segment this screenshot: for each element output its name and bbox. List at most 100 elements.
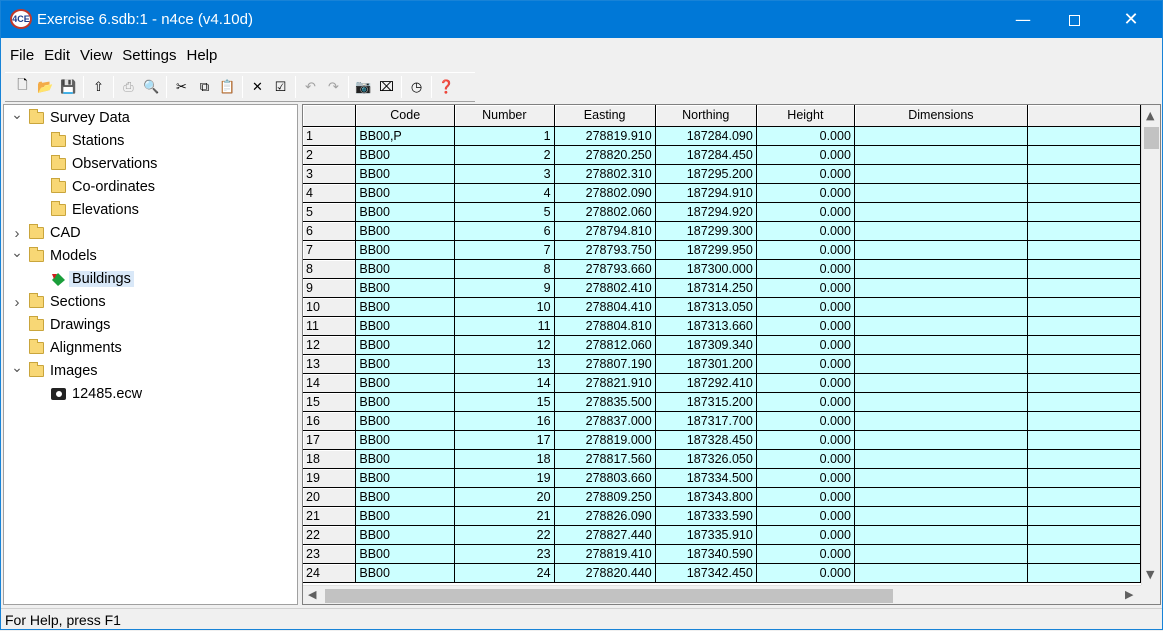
tree-item-elevations[interactable]: Elevations (51, 200, 139, 220)
number-cell[interactable]: 1 (454, 126, 555, 146)
scroll-up-icon[interactable]: ▲ (1146, 109, 1154, 122)
dimensions-cell[interactable] (854, 259, 1028, 279)
height-cell[interactable]: 0.000 (756, 126, 855, 146)
camera-button[interactable]: 📷 (352, 76, 375, 98)
table-row[interactable]: 6 BB00 6 278794.810 187299.300 0.000 (303, 221, 1141, 241)
number-cell[interactable]: 19 (454, 468, 555, 488)
easting-cell[interactable]: 278793.660 (554, 259, 656, 279)
column-header-number[interactable]: Number (454, 105, 555, 127)
easting-cell[interactable]: 278802.310 (554, 164, 656, 184)
number-cell[interactable]: 16 (454, 411, 555, 431)
northing-cell[interactable]: 187334.500 (655, 468, 757, 488)
dimensions-cell[interactable] (854, 449, 1028, 469)
menu-help[interactable]: Help (181, 47, 222, 64)
code-cell[interactable]: BB00 (355, 297, 456, 317)
northing-cell[interactable]: 187299.950 (655, 240, 757, 260)
easting-cell[interactable]: 278793.750 (554, 240, 656, 260)
print-preview-button[interactable]: 🔍 (140, 76, 163, 98)
menu-edit[interactable]: Edit (39, 47, 75, 64)
vertical-scrollbar[interactable]: ▲ ▼ (1141, 105, 1160, 585)
row-number[interactable]: 11 (303, 316, 357, 336)
row-number[interactable]: 13 (303, 354, 357, 374)
code-cell[interactable]: BB00 (355, 221, 456, 241)
northing-cell[interactable]: 187294.910 (655, 183, 757, 203)
tree-item-alignments[interactable]: Alignments (29, 338, 122, 358)
northing-cell[interactable]: 187343.800 (655, 487, 757, 507)
northing-cell[interactable]: 187284.450 (655, 145, 757, 165)
row-number[interactable]: 9 (303, 278, 357, 298)
delete-button[interactable]: ✕ (246, 76, 269, 98)
northing-cell[interactable]: 187300.000 (655, 259, 757, 279)
row-number[interactable]: 8 (303, 259, 357, 279)
easting-cell[interactable]: 278802.410 (554, 278, 656, 298)
northing-cell[interactable]: 187301.200 (655, 354, 757, 374)
easting-cell[interactable]: 278819.910 (554, 126, 656, 146)
number-cell[interactable]: 24 (454, 563, 555, 583)
height-cell[interactable]: 0.000 (756, 563, 855, 583)
dimensions-cell[interactable] (854, 126, 1028, 146)
number-cell[interactable]: 14 (454, 373, 555, 393)
number-cell[interactable]: 10 (454, 297, 555, 317)
code-cell[interactable]: BB00,P (355, 126, 456, 146)
column-header-northing[interactable]: Northing (655, 105, 757, 127)
maximize-button[interactable] (1051, 1, 1097, 38)
easting-cell[interactable]: 278802.090 (554, 183, 656, 203)
table-row[interactable]: 21 BB00 21 278826.090 187333.590 0.000 (303, 506, 1141, 526)
height-cell[interactable]: 0.000 (756, 183, 855, 203)
code-cell[interactable]: BB00 (355, 544, 456, 564)
chevron-down-icon[interactable]: ⌄ (11, 106, 23, 123)
dimensions-cell[interactable] (854, 392, 1028, 412)
column-header-easting[interactable]: Easting (554, 105, 656, 127)
number-cell[interactable]: 6 (454, 221, 555, 241)
dimensions-cell[interactable] (854, 183, 1028, 203)
dimensions-cell[interactable] (854, 506, 1028, 526)
dimensions-cell[interactable] (854, 221, 1028, 241)
height-cell[interactable]: 0.000 (756, 411, 855, 431)
row-number[interactable]: 21 (303, 506, 357, 526)
capture-button[interactable]: ⌧ (375, 76, 398, 98)
number-cell[interactable]: 23 (454, 544, 555, 564)
height-cell[interactable]: 0.000 (756, 392, 855, 412)
column-header-height[interactable]: Height (756, 105, 855, 127)
column-header-code[interactable]: Code (355, 105, 456, 127)
number-cell[interactable]: 13 (454, 354, 555, 374)
height-cell[interactable]: 0.000 (756, 164, 855, 184)
number-cell[interactable]: 15 (454, 392, 555, 412)
height-cell[interactable]: 0.000 (756, 468, 855, 488)
table-row[interactable]: 11 BB00 11 278804.810 187313.660 0.000 (303, 316, 1141, 336)
code-cell[interactable]: BB00 (355, 202, 456, 222)
table-row[interactable]: 1 BB00,P 1 278819.910 187284.090 0.000 (303, 126, 1141, 146)
dimensions-cell[interactable] (854, 297, 1028, 317)
tree-item-sections[interactable]: › Sections (15, 292, 106, 312)
tree-item-buildings[interactable]: Buildings (51, 269, 134, 289)
tree-item-12485-ecw[interactable]: 12485.ecw (51, 384, 142, 404)
tree-item-stations[interactable]: Stations (51, 131, 124, 151)
northing-cell[interactable]: 187335.910 (655, 525, 757, 545)
northing-cell[interactable]: 187342.450 (655, 563, 757, 583)
height-cell[interactable]: 0.000 (756, 297, 855, 317)
height-cell[interactable]: 0.000 (756, 240, 855, 260)
table-row[interactable]: 2 BB00 2 278820.250 187284.450 0.000 (303, 145, 1141, 165)
code-cell[interactable]: BB00 (355, 449, 456, 469)
dimensions-cell[interactable] (854, 487, 1028, 507)
table-row[interactable]: 24 BB00 24 278820.440 187342.450 0.000 (303, 563, 1141, 583)
code-cell[interactable]: BB00 (355, 468, 456, 488)
up-folder-button[interactable]: ⇧ (87, 76, 110, 98)
number-cell[interactable]: 5 (454, 202, 555, 222)
clock-button[interactable]: ◷ (405, 76, 428, 98)
northing-cell[interactable]: 187309.340 (655, 335, 757, 355)
easting-cell[interactable]: 278837.000 (554, 411, 656, 431)
horizontal-scrollbar[interactable]: ◀ ▶ (303, 585, 1141, 604)
easting-cell[interactable]: 278820.250 (554, 145, 656, 165)
easting-cell[interactable]: 278817.560 (554, 449, 656, 469)
code-cell[interactable]: BB00 (355, 525, 456, 545)
northing-cell[interactable]: 187292.410 (655, 373, 757, 393)
height-cell[interactable]: 0.000 (756, 259, 855, 279)
dimensions-cell[interactable] (854, 278, 1028, 298)
project-tree[interactable]: ⌄ Survey Data Stations Observations Co-ordin… (3, 104, 298, 605)
table-row[interactable]: 17 BB00 17 278819.000 187328.450 0.000 (303, 430, 1141, 450)
number-cell[interactable]: 17 (454, 430, 555, 450)
print-button[interactable]: ⎙ (117, 76, 140, 98)
height-cell[interactable]: 0.000 (756, 221, 855, 241)
vertical-scroll-thumb[interactable] (1144, 127, 1159, 149)
